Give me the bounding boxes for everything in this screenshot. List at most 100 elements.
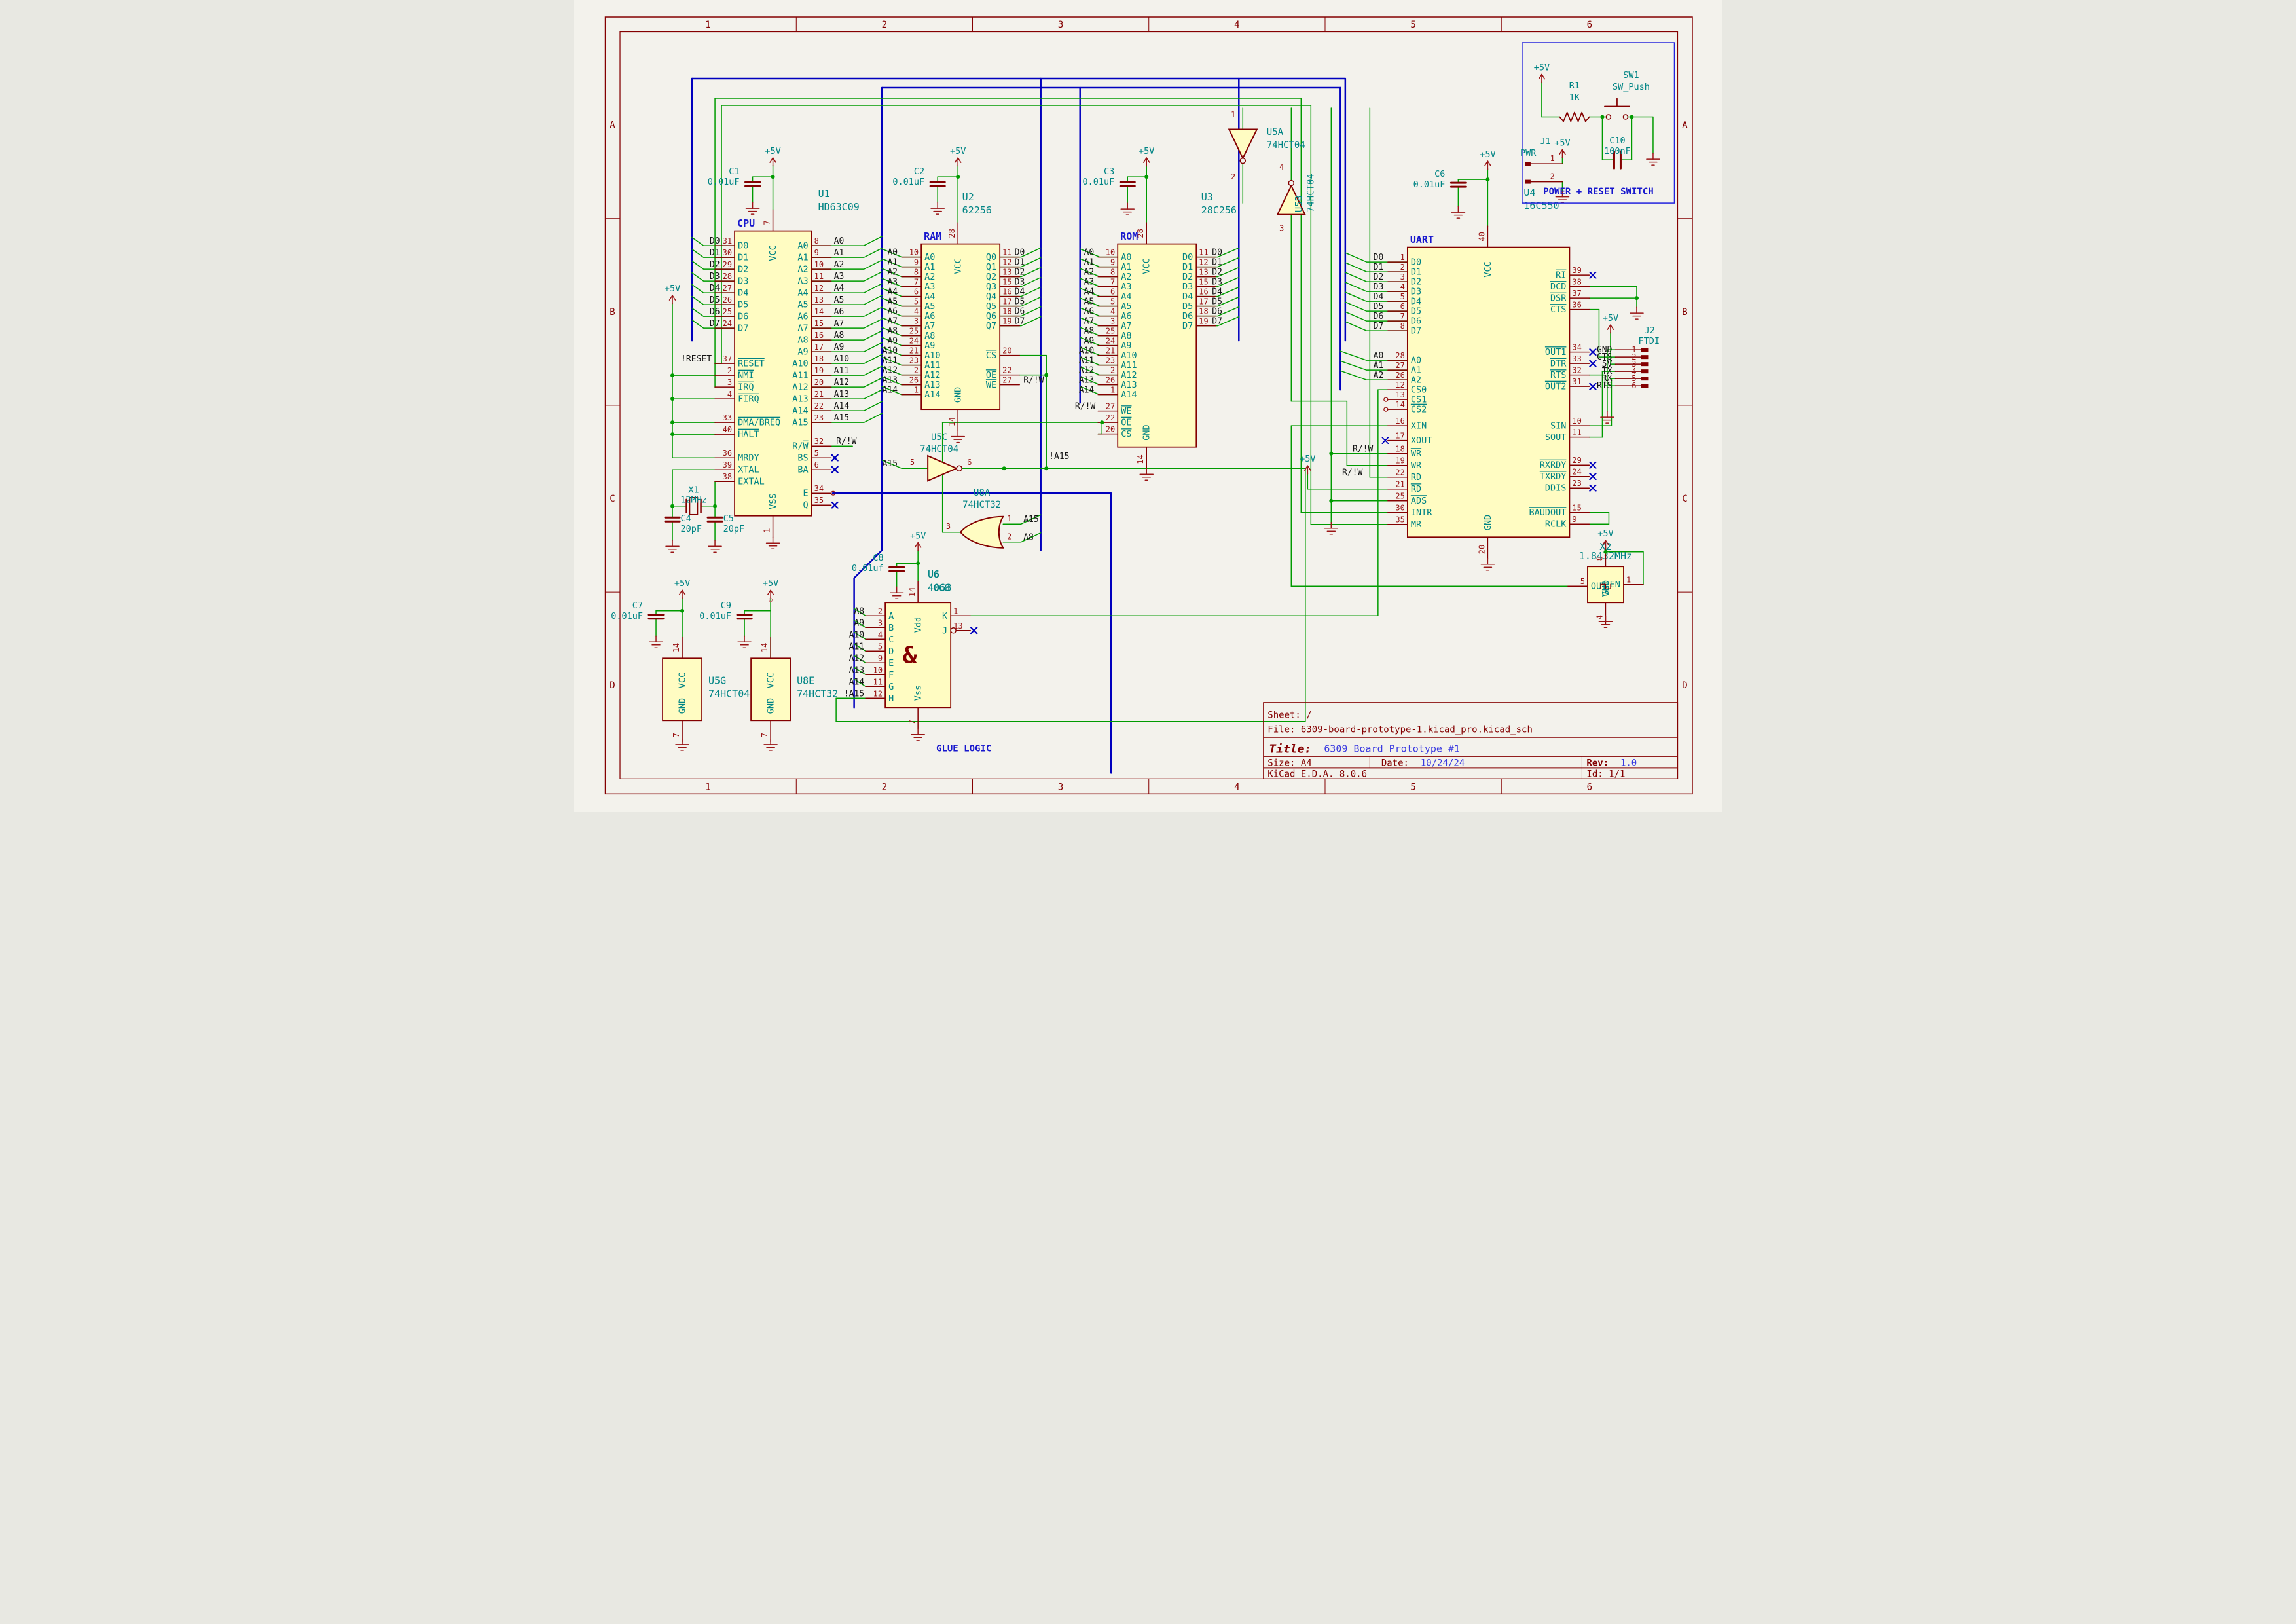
pin-name: Q4 bbox=[985, 291, 996, 302]
net-label: A7 bbox=[887, 317, 898, 327]
gate-label: 74HCT32 bbox=[962, 500, 1001, 510]
wire bbox=[811, 236, 882, 246]
u8a-or-gate[interactable] bbox=[960, 517, 1003, 548]
pin-number: 13 bbox=[1199, 268, 1208, 277]
pin-name: D4 bbox=[738, 288, 748, 299]
pin-number: 1 bbox=[1550, 154, 1554, 163]
pin-name: RTS bbox=[1550, 370, 1566, 380]
connector-j2: GND1CTS25V3TX4RX5RTS6 bbox=[1596, 345, 1647, 391]
gate-symbol-text: & bbox=[902, 642, 917, 669]
pin-name: A8 bbox=[1121, 331, 1131, 341]
net-label: A4 bbox=[833, 284, 844, 293]
connector-pad[interactable] bbox=[1525, 162, 1530, 166]
connector-pad[interactable] bbox=[1525, 180, 1530, 184]
junction-dot bbox=[1100, 420, 1104, 424]
frame-row-label: B bbox=[1682, 307, 1687, 318]
connector-pad[interactable] bbox=[1641, 348, 1648, 352]
pin-name: C bbox=[888, 635, 894, 645]
component-label: R1 bbox=[1569, 81, 1579, 91]
pin-number: 39 bbox=[722, 460, 731, 470]
u4-uart-body[interactable] bbox=[1407, 248, 1569, 538]
connector-pad[interactable] bbox=[1641, 369, 1648, 373]
u5a-inverter[interactable] bbox=[1229, 130, 1257, 158]
pin-number: 18 bbox=[1002, 307, 1011, 316]
pin-name: D5 bbox=[1182, 301, 1193, 312]
pin-name: G bbox=[888, 682, 894, 692]
ref-designator: U2 bbox=[962, 191, 974, 203]
junction-dot bbox=[670, 504, 674, 508]
net-label: A5 bbox=[833, 295, 844, 305]
u3-rom: U328C25628VCC14GND10A09A18A27A36A45A54A6… bbox=[1098, 191, 1237, 468]
pin-number: 19 bbox=[1395, 456, 1404, 466]
pin-name: Q1 bbox=[985, 262, 996, 272]
pin-name: A3 bbox=[1121, 282, 1131, 292]
pin-name: VCC bbox=[1482, 261, 1493, 277]
pin-number: 25 bbox=[722, 307, 731, 316]
pin-number: 6 bbox=[913, 287, 918, 297]
net-label: D5 bbox=[1373, 302, 1383, 312]
pin-name: A6 bbox=[797, 312, 808, 322]
rev-field-label: Rev: bbox=[1586, 758, 1609, 768]
pin-number: 16 bbox=[1002, 287, 1011, 297]
net-label: A2 bbox=[1084, 268, 1094, 278]
component-label: C8 bbox=[873, 553, 883, 563]
pin-name: A0 bbox=[924, 252, 935, 263]
pin-name: GND bbox=[1141, 424, 1152, 440]
pin-number: 11 bbox=[1199, 248, 1208, 257]
pin-number: 27 bbox=[722, 284, 731, 293]
schematic-page: 112233445566AABBCCDDU1HD63C097VCC1VSS31D… bbox=[0, 0, 2296, 812]
junction-dot bbox=[670, 432, 674, 436]
connector-pad[interactable] bbox=[1641, 355, 1648, 359]
component-label: J2 bbox=[1644, 325, 1654, 336]
junction-dot bbox=[1630, 115, 1633, 119]
connector-pad[interactable] bbox=[1641, 384, 1648, 388]
pin-name: A3 bbox=[797, 276, 808, 287]
pin-number: 7 bbox=[672, 733, 681, 737]
frame-col-label: 5 bbox=[1410, 20, 1415, 30]
junction-dot bbox=[1329, 452, 1333, 456]
pin-name: VSS bbox=[768, 493, 778, 509]
pin-name: DDIS bbox=[1544, 483, 1566, 494]
pin-name: HALT bbox=[738, 430, 759, 440]
section-label: GLUE LOGIC bbox=[936, 743, 991, 754]
component-label: PWR bbox=[1520, 148, 1537, 158]
net-label: A2 bbox=[833, 260, 844, 270]
net-label: A9 bbox=[854, 618, 864, 628]
junction-dot bbox=[1485, 177, 1489, 181]
pin-number: 9 bbox=[913, 258, 918, 267]
net-label: D1 bbox=[1014, 258, 1025, 268]
pin-name: E bbox=[888, 658, 894, 669]
pin-number: 19 bbox=[1002, 317, 1011, 326]
component-label: FTDI bbox=[1638, 336, 1660, 346]
ref-designator: U8E bbox=[797, 674, 814, 686]
pin-number: 30 bbox=[1395, 504, 1404, 513]
pin-name: E bbox=[803, 489, 808, 499]
pin-number: 11 bbox=[814, 272, 823, 281]
component-label: 20pF bbox=[680, 524, 702, 534]
pin-number: 1 bbox=[1626, 576, 1630, 585]
power-net-label: +5V bbox=[765, 146, 780, 157]
net-label: A3 bbox=[1084, 278, 1094, 287]
connector-pad[interactable] bbox=[1641, 377, 1648, 380]
pin-number: 3 bbox=[1400, 272, 1404, 282]
pin-name: Q5 bbox=[985, 301, 996, 312]
pin-number: 37 bbox=[722, 354, 731, 363]
net-label: D5 bbox=[1212, 297, 1222, 307]
pin-name: A11 bbox=[792, 371, 808, 381]
component-label: 0.01uF bbox=[699, 611, 731, 621]
frame-col-label: 3 bbox=[1057, 20, 1063, 30]
pin-number: 12 bbox=[873, 689, 882, 698]
connector-pad[interactable] bbox=[1641, 362, 1648, 366]
junction-dot bbox=[1044, 373, 1048, 377]
gate-label: 74HCT04 bbox=[920, 444, 958, 454]
pin-name: Q3 bbox=[985, 282, 996, 292]
component-label: C2 bbox=[913, 166, 924, 177]
pin-number: 21 bbox=[909, 346, 918, 356]
frame-col-label: 4 bbox=[1234, 782, 1239, 792]
component-label: 0.01uF bbox=[611, 611, 643, 621]
pin-number: 16 bbox=[1395, 416, 1404, 426]
junction-dot bbox=[1634, 296, 1638, 300]
pin-number: 25 bbox=[1105, 327, 1114, 336]
schematic-canvas[interactable]: 112233445566AABBCCDDU1HD63C097VCC1VSS31D… bbox=[574, 0, 1722, 812]
wire bbox=[811, 248, 882, 257]
